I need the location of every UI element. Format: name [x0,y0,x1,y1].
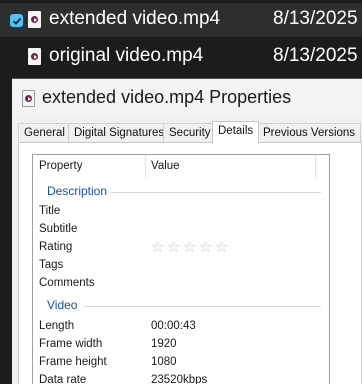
column-header-property[interactable]: Property [33,155,82,179]
prop-frame-height: Frame height [39,356,107,368]
value-frame-width: 1920 [151,338,177,350]
tab-previous-versions[interactable]: Previous Versions [257,123,362,143]
star-icon[interactable]: ☆ [167,240,182,255]
video-file-icon [28,11,41,28]
properties-dialog: extended video.mp4 Properties General Di… [12,78,362,384]
file-date: 8/13/2025 [273,45,358,66]
star-icon[interactable]: ☆ [215,240,230,255]
value-data-rate: 23520kbps [151,374,208,384]
star-icon[interactable]: ☆ [183,240,198,255]
file-name: original video.mp4 [49,45,204,66]
prop-data-rate: Data rate [39,374,87,384]
section-divider [111,192,321,193]
prop-tags: Tags [39,259,64,271]
rating-stars[interactable]: ☆ ☆ ☆ ☆ ☆ [151,240,230,255]
section-video: Video [47,298,78,312]
tab-details[interactable]: Details [212,121,260,144]
column-divider[interactable] [315,155,316,179]
checkbox-icon[interactable] [10,14,23,27]
prop-title: Title [39,205,61,217]
file-name: extended video.mp4 [49,8,221,29]
dialog-title: extended video.mp4 Properties [42,87,292,107]
details-list[interactable]: Property Value Description Title Subtitl… [32,154,330,384]
tab-general[interactable]: General [18,123,71,143]
value-length: 00:00:43 [151,320,196,332]
tab-digital-signatures[interactable]: Digital Signatures [68,123,171,143]
tab-strip: General Digital Signatures Security Deta… [12,121,362,144]
star-icon[interactable]: ☆ [199,240,214,255]
star-icon[interactable]: ☆ [151,240,166,255]
prop-comments: Comments [39,277,95,289]
section-divider [85,306,321,307]
video-file-icon [28,48,41,65]
prop-rating: Rating [39,241,73,253]
file-row-original-video[interactable]: original video.mp4 8/13/2025 [0,40,362,74]
tab-security[interactable]: Security [163,123,217,143]
prop-subtitle: Subtitle [39,223,78,235]
dialog-title-bar[interactable]: extended video.mp4 Properties [12,79,362,117]
section-description: Description [47,184,108,198]
value-frame-height: 1080 [151,356,177,368]
video-file-icon [22,90,35,107]
prop-length: Length [39,320,75,332]
file-date: 8/13/2025 [273,8,358,29]
file-row-extended-video[interactable]: extended video.mp4 8/13/2025 [0,3,362,37]
column-header-value[interactable]: Value [145,155,180,179]
prop-frame-width: Frame width [39,338,103,350]
